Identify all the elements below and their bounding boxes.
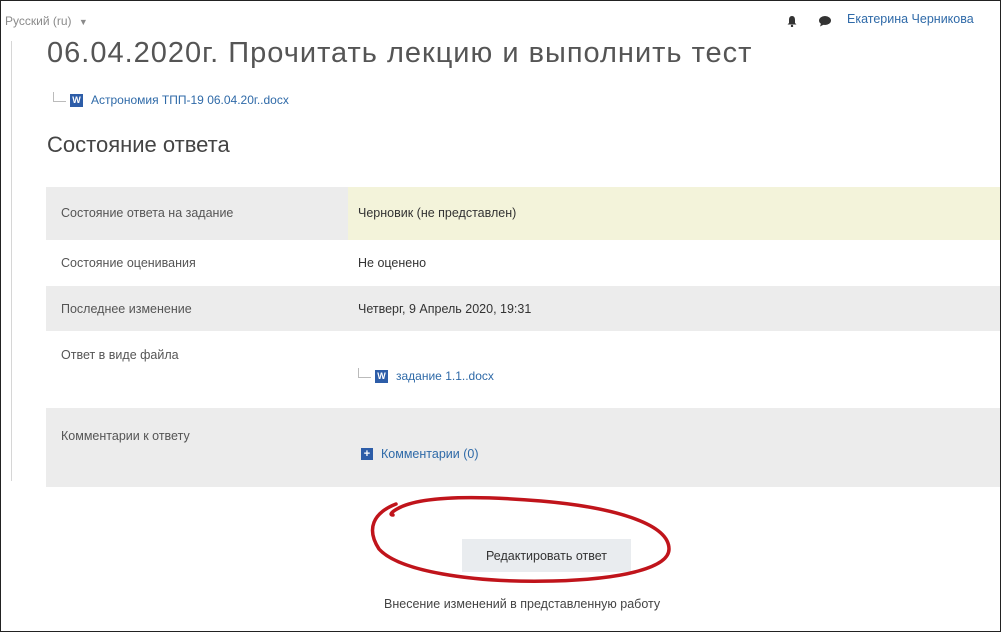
row-label: Последнее изменение [61, 302, 192, 316]
tree-connector [53, 92, 66, 102]
bell-icon[interactable] [786, 15, 798, 27]
edit-submission-note: Внесение изменений в представленную рабо… [384, 597, 661, 611]
section-title: Состояние ответа [47, 132, 230, 157]
submission-status-value: Черновик (не представлен) [358, 206, 517, 220]
assignment-heading: 06.04.2020г. Прочитать лекцию и выполнит… [47, 37, 753, 69]
tree-connector [358, 368, 371, 378]
attachment-link[interactable]: Астрономия ТПП-19 06.04.20г..docx [91, 93, 289, 107]
assignment-attachment[interactable]: W Астрономия ТПП-19 06.04.20г..docx [53, 92, 289, 107]
user-menu[interactable]: Екатерина Черникова [847, 12, 974, 26]
edit-submission-button[interactable]: Редактировать ответ [462, 539, 631, 572]
submitted-file[interactable]: W задание 1.1..docx [358, 368, 494, 383]
grading-status-value: Не оценено [358, 256, 427, 270]
row-label: Состояние ответа на задание [61, 206, 234, 220]
caret-down-icon: ▼ [78, 17, 88, 27]
table-row: Состояние оценивания Не оценено [46, 240, 1000, 286]
comments-toggle[interactable]: + Комментарии (0) [361, 447, 478, 461]
last-modified-value: Четверг, 9 Апрель 2020, 19:31 [358, 302, 532, 316]
table-row: Комментарии к ответу + Комментарии (0) [46, 408, 1000, 487]
row-label: Комментарии к ответу [61, 429, 190, 443]
chat-icon[interactable] [818, 15, 832, 27]
word-file-icon: W [375, 369, 388, 383]
table-row: Состояние ответа на задание Черновик (не… [46, 187, 1000, 240]
plus-icon: + [361, 448, 373, 460]
table-row: Последнее изменение Четверг, 9 Апрель 20… [46, 286, 1000, 331]
word-file-icon: W [70, 93, 83, 107]
top-navbar: Русский (ru) ▼ Екатерина Черникова [1, 1, 1000, 41]
screenshot-frame: Русский (ru) ▼ Екатерина Черникова 06.04… [0, 0, 1001, 632]
table-row: Ответ в виде файла W задание 1.1..docx [46, 331, 1000, 408]
submission-status-table: Состояние ответа на задание Черновик (не… [46, 187, 1000, 487]
language-selector[interactable]: Русский (ru) ▼ [5, 14, 88, 28]
comments-link[interactable]: Комментарии (0) [381, 447, 478, 461]
row-label: Ответ в виде файла [61, 348, 179, 362]
language-label: Русский (ru) [5, 14, 72, 28]
content-border [11, 41, 12, 481]
row-label: Состояние оценивания [61, 256, 196, 270]
submitted-file-link[interactable]: задание 1.1..docx [396, 369, 494, 383]
